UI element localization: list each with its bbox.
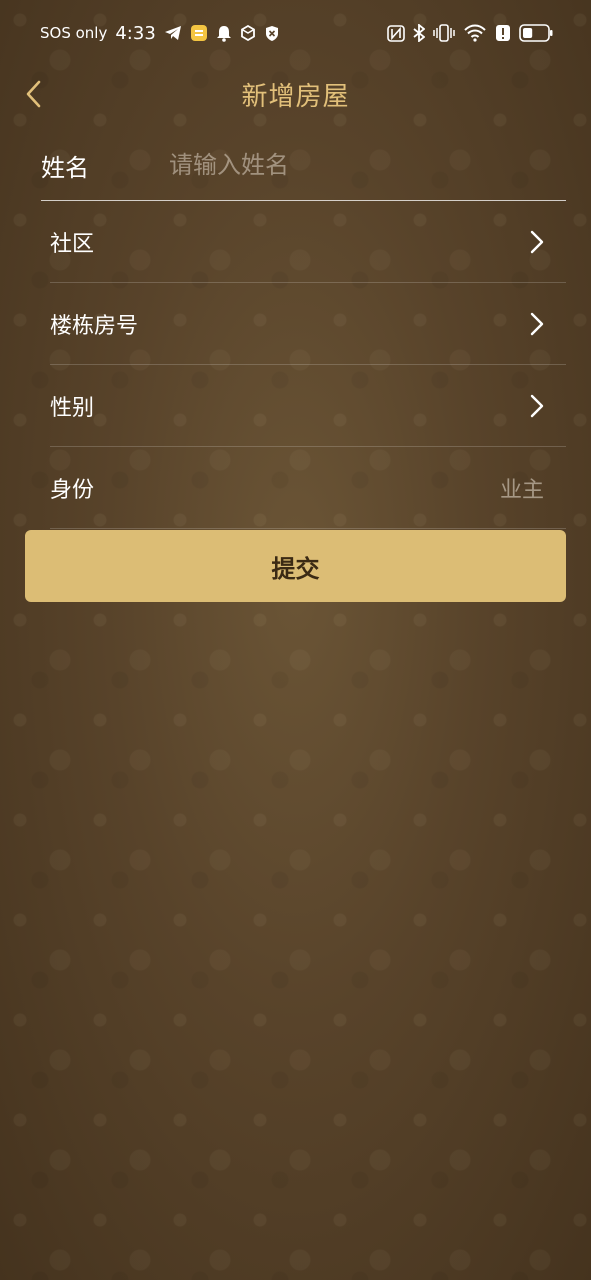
- chevron-right-icon: [530, 312, 544, 335]
- name-input[interactable]: [167, 150, 566, 180]
- back-button[interactable]: [18, 76, 48, 112]
- form-rows: 社区 楼栋房号 性别 身份 业主: [50, 201, 566, 529]
- box-icon: [240, 25, 256, 41]
- community-label: 社区: [50, 231, 95, 257]
- building-room-row[interactable]: 楼栋房号: [50, 283, 566, 365]
- building-room-label: 楼栋房号: [50, 313, 139, 339]
- nfc-icon: [387, 24, 405, 42]
- carrier-label: SOS only: [40, 24, 108, 42]
- name-field-row: 姓名: [41, 130, 566, 201]
- submit-button[interactable]: 提交: [25, 530, 566, 602]
- wifi-icon: [463, 24, 487, 42]
- identity-row[interactable]: 身份 业主: [50, 447, 566, 529]
- gender-label: 性别: [50, 395, 95, 421]
- app-notification-icon: [190, 24, 208, 42]
- telegram-icon: [164, 25, 182, 41]
- identity-value: 业主: [499, 477, 544, 503]
- bell-icon: [216, 25, 232, 42]
- identity-label: 身份: [50, 477, 95, 503]
- vibrate-icon: [433, 24, 455, 42]
- chevron-left-icon: [26, 80, 41, 108]
- chevron-right-icon: [530, 394, 544, 417]
- shield-x-icon: [264, 25, 280, 42]
- gender-row[interactable]: 性别: [50, 365, 566, 447]
- alert-icon: [495, 24, 511, 42]
- chevron-right-icon: [530, 230, 544, 253]
- clock: 4:33: [115, 22, 156, 44]
- page-title: 新增房屋: [241, 81, 350, 112]
- bluetooth-icon: [413, 24, 425, 42]
- community-row[interactable]: 社区: [50, 201, 566, 283]
- status-bar: SOS only 4:33: [0, 0, 591, 66]
- name-label: 姓名: [41, 153, 89, 182]
- app-header: 新增房屋: [0, 66, 591, 122]
- battery-icon: [519, 24, 553, 42]
